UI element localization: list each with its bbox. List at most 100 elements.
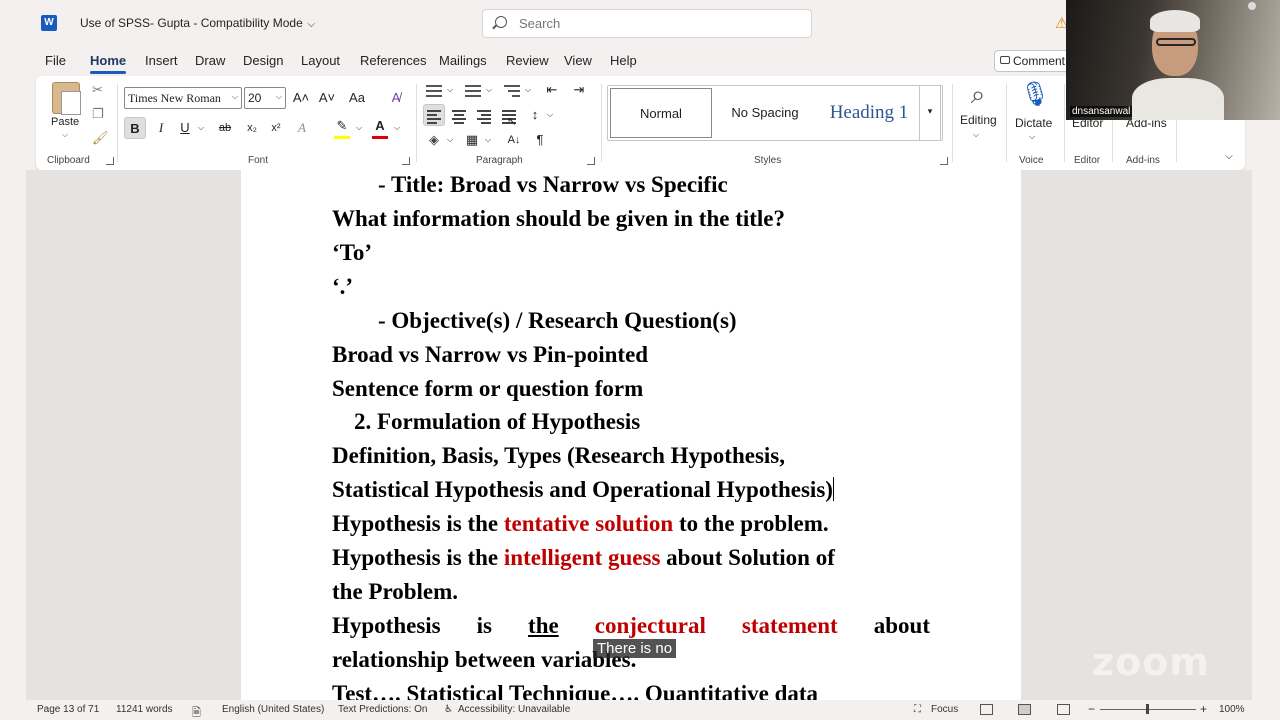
numbering-icon[interactable] (465, 84, 481, 97)
word-count[interactable]: 11241 words (116, 704, 173, 715)
styles-more-icon[interactable]: ▾ (919, 85, 941, 141)
web-layout-icon[interactable] (1057, 704, 1070, 715)
doc-line[interactable]: Hypothesis is the tentative solution to … (332, 509, 829, 543)
bullets-icon[interactable] (426, 84, 442, 97)
doc-line[interactable]: ‘To’ (332, 238, 372, 272)
print-layout-icon[interactable] (1018, 704, 1031, 715)
participant-video[interactable]: dnsansanwal (1066, 0, 1280, 120)
zoom-out-button[interactable]: − (1088, 702, 1095, 716)
doc-line[interactable]: 2. Formulation of Hypothesis (354, 407, 640, 441)
zoom-level[interactable]: 100% (1219, 704, 1245, 715)
tab-view[interactable]: View (564, 53, 592, 68)
italic-button[interactable]: I (152, 117, 170, 139)
proofing-icon[interactable]: 🗎 (192, 704, 201, 720)
font-name-select[interactable]: Times New Roman ⌵ (124, 87, 242, 109)
align-right-icon[interactable] (475, 106, 493, 124)
accessibility-status[interactable]: Accessibility: Unavailable (458, 704, 570, 715)
font-launcher-icon[interactable] (402, 157, 410, 165)
shrink-font-button[interactable]: A˅ (318, 87, 336, 109)
align-left-button[interactable] (423, 104, 445, 126)
tab-home[interactable]: Home (90, 53, 127, 74)
tab-insert[interactable]: Insert (145, 53, 178, 68)
tab-help[interactable]: Help (610, 53, 637, 68)
multilevel-list-icon[interactable] (504, 84, 520, 97)
zoom-slider-thumb[interactable] (1146, 704, 1149, 714)
change-case-button[interactable]: Aa (342, 87, 372, 109)
doc-line[interactable]: - Title: Broad vs Narrow vs Specific (378, 170, 728, 204)
search-input[interactable] (519, 16, 799, 31)
doc-line[interactable]: What information should be given in the … (332, 204, 785, 238)
increase-indent-icon[interactable]: ⇥ (570, 79, 588, 101)
styles-launcher-icon[interactable] (940, 157, 948, 165)
tab-layout[interactable]: Layout (301, 53, 340, 68)
doc-line[interactable]: Hypothesis is the intelligent guess abou… (332, 543, 835, 577)
highlight-icon[interactable]: ✎ (332, 115, 352, 137)
text-predictions-status[interactable]: Text Predictions: On (338, 704, 427, 715)
chevron-down-icon[interactable]: ⌵ (523, 79, 533, 101)
subscript-button[interactable]: x₂ (242, 117, 262, 139)
microphone-icon[interactable]: 🎙 (1020, 80, 1050, 110)
clear-formatting-icon[interactable]: A̸ (386, 87, 406, 109)
chevron-down-icon[interactable]: ⌵ (445, 79, 455, 101)
document-page[interactable]: - Title: Broad vs Narrow vs Specific Wha… (241, 170, 1021, 700)
superscript-button[interactable]: x² (266, 117, 286, 139)
doc-line[interactable]: Definition, Basis, Types (Research Hypot… (332, 441, 785, 475)
tab-review[interactable]: Review (506, 53, 549, 68)
search-box[interactable] (482, 9, 812, 38)
doc-line[interactable]: Broad vs Narrow vs Pin-pointed (332, 340, 648, 374)
sort-icon[interactable]: A↓ (505, 129, 523, 151)
tab-design[interactable]: Design (243, 53, 283, 68)
read-mode-icon[interactable] (980, 704, 993, 715)
underline-chevron-icon[interactable]: ⌵ (196, 117, 206, 139)
paste-chevron-icon[interactable]: ⌵ (62, 130, 68, 140)
style-heading-1[interactable]: Heading 1 (818, 88, 920, 138)
line-spacing-icon[interactable]: ↕ (526, 104, 544, 126)
chevron-down-icon[interactable]: ⌵ (445, 129, 455, 151)
borders-icon[interactable]: ▦ (463, 129, 481, 151)
chevron-down-icon[interactable]: ⌵ (970, 124, 982, 146)
copy-icon[interactable]: ❐ (92, 106, 104, 122)
editing-search-icon[interactable]: ⌕ (962, 78, 994, 110)
paragraph-launcher-icon[interactable] (587, 157, 595, 165)
bold-button[interactable]: B (124, 117, 146, 139)
cut-icon[interactable]: ✂ (92, 82, 103, 98)
doc-line[interactable]: the Problem. (332, 577, 458, 611)
focus-button[interactable]: Focus (931, 704, 958, 715)
doc-line[interactable]: Test…. Statistical Technique…. Quantitat… (332, 679, 818, 700)
doc-line[interactable]: Statistical Hypothesis and Operational H… (332, 475, 834, 509)
doc-line[interactable]: Sentence form or question form (332, 374, 643, 408)
clipboard-launcher-icon[interactable] (106, 157, 114, 165)
show-formatting-button[interactable]: ¶ (531, 129, 549, 151)
chevron-down-icon[interactable]: ⌵ (1026, 126, 1038, 148)
tab-file[interactable]: File (45, 53, 66, 68)
tab-mailings[interactable]: Mailings (439, 53, 487, 68)
comments-button[interactable]: Comment (994, 50, 1074, 72)
paste-button-label[interactable]: Paste (51, 116, 79, 128)
style-no-spacing[interactable]: No Spacing (714, 88, 816, 138)
decrease-indent-icon[interactable]: ⇤ (543, 79, 561, 101)
collapse-ribbon-icon[interactable]: ⌵ (1222, 146, 1236, 168)
document-canvas[interactable]: - Title: Broad vs Narrow vs Specific Wha… (26, 170, 1252, 700)
underline-button[interactable]: U (176, 117, 194, 139)
doc-line[interactable]: - Objective(s) / Research Question(s) (378, 306, 737, 340)
chevron-down-icon[interactable]: ⌵ (484, 79, 494, 101)
tab-draw[interactable]: Draw (195, 53, 225, 68)
language-status[interactable]: English (United States) (222, 704, 324, 715)
paste-icon[interactable] (52, 82, 81, 115)
align-center-icon[interactable] (450, 106, 468, 124)
style-normal[interactable]: Normal (610, 88, 712, 138)
font-size-select[interactable]: 20 ⌵ (244, 87, 286, 109)
zoom-in-button[interactable]: + (1200, 702, 1207, 716)
doc-line[interactable]: relationship between variables. (332, 645, 636, 679)
grow-font-button[interactable]: A˄ (292, 87, 310, 109)
highlight-chevron-icon[interactable]: ⌵ (354, 117, 364, 139)
format-painter-icon[interactable]: 🖌 (92, 130, 109, 146)
document-title[interactable]: Use of SPSS- Gupta - Compatibility Mode … (80, 16, 315, 30)
tab-references[interactable]: References (360, 53, 426, 68)
video-options-icon[interactable] (1248, 2, 1256, 10)
shading-icon[interactable]: ◈ (425, 129, 443, 151)
font-color-icon[interactable]: A (370, 115, 390, 137)
page-count[interactable]: Page 13 of 71 (37, 704, 99, 715)
chevron-down-icon[interactable]: ⌵ (483, 129, 493, 151)
text-effects-icon[interactable]: A (292, 117, 312, 139)
